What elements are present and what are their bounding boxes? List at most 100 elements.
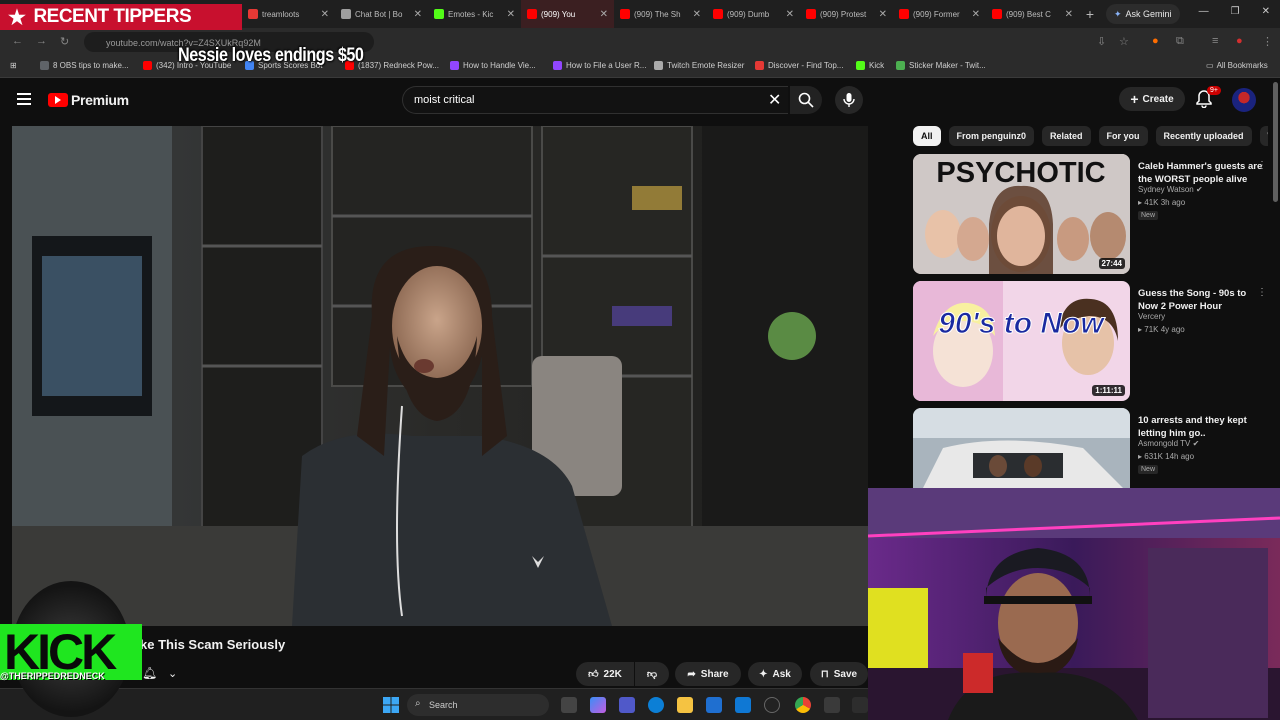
taskbar-search[interactable]: ⌕ Search bbox=[407, 694, 549, 716]
channel-name[interactable]: Sydney Watson ✔ bbox=[1138, 185, 1203, 194]
edge-icon[interactable] bbox=[648, 697, 664, 713]
like-button[interactable]: 👍︎ 22K bbox=[576, 662, 634, 686]
bookmark-item[interactable]: Sticker Maker - Twit... bbox=[896, 61, 986, 70]
back-icon[interactable]: ← bbox=[12, 35, 23, 47]
bookmark-label: (1837) Redneck Pow... bbox=[358, 61, 439, 70]
video-title[interactable]: Guess the Song - 90s to Now 2 Power Hour bbox=[1138, 287, 1263, 313]
close-tab-icon[interactable]: ✕ bbox=[321, 9, 329, 20]
extensions-puzzle-icon[interactable]: ⧉ bbox=[1176, 35, 1184, 48]
video-player[interactable] bbox=[12, 126, 868, 626]
video-title[interactable]: 10 arrests and they kept letting him go.… bbox=[1138, 414, 1263, 440]
file-explorer-icon[interactable] bbox=[677, 697, 693, 713]
close-tab-icon[interactable]: ✕ bbox=[693, 9, 701, 20]
browser-tab[interactable]: (909) The Sh ✕ bbox=[614, 0, 707, 28]
teams-icon[interactable] bbox=[619, 697, 635, 713]
close-tab-icon[interactable]: ✕ bbox=[786, 9, 794, 20]
bookmark-item[interactable]: Twitch Emote Resizer bbox=[654, 61, 744, 70]
ask-button[interactable]: ✦ Ask bbox=[748, 662, 802, 686]
clear-search-icon[interactable]: ✕ bbox=[768, 90, 781, 110]
apps-icon[interactable]: ⊞ bbox=[10, 61, 17, 70]
task-view-icon[interactable] bbox=[561, 697, 577, 713]
bookmark-item[interactable]: 8 OBS tips to make... bbox=[40, 61, 129, 70]
account-avatar[interactable] bbox=[1232, 88, 1256, 112]
chrome-icon[interactable] bbox=[795, 697, 811, 713]
video-title[interactable]: Caleb Hammer's guests are the WORST peop… bbox=[1138, 160, 1263, 186]
close-tab-icon[interactable]: ✕ bbox=[414, 9, 422, 20]
gemini-icon: ✦ bbox=[1114, 8, 1122, 19]
search-button[interactable] bbox=[790, 86, 822, 114]
create-button[interactable]: + Create bbox=[1119, 87, 1185, 111]
thumbnail[interactable]: 90's to Now 1:11:11 bbox=[913, 281, 1130, 401]
recommendation-card[interactable]: 90's to Now 1:11:11 Guess the Song - 90s… bbox=[913, 281, 1268, 401]
more-options-icon[interactable]: ⋮ bbox=[1257, 160, 1267, 171]
close-window-icon[interactable]: ✕ bbox=[1262, 6, 1270, 17]
extension-icon[interactable]: ● bbox=[1152, 35, 1159, 47]
bookmark-item[interactable]: How to File a User R... bbox=[553, 61, 646, 70]
browser-tab[interactable]: (909) Best C ✕ bbox=[986, 0, 1079, 28]
ask-gemini-button[interactable]: ✦ Ask Gemini bbox=[1106, 4, 1180, 24]
thumbs-down-icon: 👎︎ bbox=[646, 669, 658, 680]
close-tab-icon[interactable]: ✕ bbox=[507, 9, 515, 20]
search-input[interactable]: moist critical bbox=[402, 86, 788, 114]
recommendation-card[interactable]: PSYCHOTIC 27:44 Caleb Hammer's guests ar… bbox=[913, 154, 1268, 274]
browser-tab[interactable]: Emotes - Kic ✕ bbox=[428, 0, 521, 28]
subscription-bell-icon[interactable]: 🔔︎ bbox=[142, 666, 157, 680]
install-icon[interactable]: ⇩ bbox=[1097, 35, 1106, 48]
save-button[interactable]: ⊓ Save bbox=[810, 662, 868, 686]
browser-tab[interactable]: (909) You ✕ bbox=[521, 0, 614, 28]
thumbnail[interactable] bbox=[913, 408, 1130, 488]
youtube-header: Premium moist critical ✕ + Create 9+ bbox=[0, 80, 1270, 120]
filter-chip[interactable]: All bbox=[913, 126, 941, 146]
all-bookmarks[interactable]: ▭ All Bookmarks bbox=[1206, 61, 1268, 70]
close-tab-icon[interactable]: ✕ bbox=[600, 9, 608, 20]
bookmark-item[interactable]: How to Handle Vie... bbox=[450, 61, 536, 70]
more-options-icon[interactable]: ⋮ bbox=[1257, 287, 1267, 298]
bookmark-item[interactable]: Discover - Find Top... bbox=[755, 61, 843, 70]
browser-tab[interactable]: Chat Bot | Bo ✕ bbox=[335, 0, 428, 28]
bookmark-star-icon[interactable]: ☆ bbox=[1119, 35, 1129, 48]
browser-tab[interactable]: (909) Protest ✕ bbox=[800, 0, 893, 28]
copilot-icon[interactable] bbox=[590, 697, 606, 713]
app-icon[interactable] bbox=[852, 697, 868, 713]
bookmark-favicon-icon bbox=[143, 61, 152, 70]
video-frame bbox=[12, 126, 868, 626]
channel-name[interactable]: Vercery bbox=[1138, 312, 1165, 321]
voice-search-button[interactable] bbox=[835, 86, 863, 114]
filter-chip[interactable]: From penguinz0 bbox=[948, 126, 1035, 146]
obs-icon[interactable] bbox=[764, 697, 780, 713]
share-button[interactable]: ➦ Share bbox=[675, 662, 741, 686]
filter-chip[interactable]: Related bbox=[1042, 126, 1091, 146]
bookmark-item[interactable]: Kick bbox=[856, 61, 884, 70]
close-tab-icon[interactable]: ✕ bbox=[879, 9, 887, 20]
new-badge: New bbox=[1138, 465, 1159, 474]
chevron-down-icon[interactable]: ⌄ bbox=[168, 667, 177, 680]
minimize-icon[interactable]: — bbox=[1199, 6, 1209, 17]
store-icon[interactable] bbox=[706, 697, 722, 713]
youtube-logo[interactable]: Premium bbox=[48, 92, 129, 108]
forward-icon[interactable]: → bbox=[36, 35, 47, 47]
filter-chip[interactable]: For you bbox=[1098, 126, 1148, 146]
dislike-button[interactable]: 👎︎ bbox=[635, 662, 669, 686]
browser-tab[interactable]: treamloots ✕ bbox=[242, 0, 335, 28]
channel-name[interactable]: Asmongold TV ✔ bbox=[1138, 439, 1199, 448]
scrollbar-thumb[interactable] bbox=[1273, 82, 1278, 202]
thumbnail[interactable]: PSYCHOTIC 27:44 bbox=[913, 154, 1130, 274]
menu-icon[interactable]: ⋮ bbox=[1262, 35, 1273, 48]
new-tab-button[interactable]: + bbox=[1079, 6, 1101, 22]
maximize-icon[interactable]: ❐ bbox=[1231, 6, 1240, 17]
filter-chip[interactable]: Recently uploaded bbox=[1155, 126, 1252, 146]
recommendation-card[interactable]: 10 arrests and they kept letting him go.… bbox=[913, 408, 1268, 488]
reload-icon[interactable]: ↻ bbox=[60, 35, 69, 48]
browser-tab[interactable]: (909) Dumb ✕ bbox=[707, 0, 800, 28]
tab-list: treamloots ✕ Chat Bot | Bo ✕ Emotes - Kic ✕ (9… bbox=[242, 0, 1079, 28]
filter-chip[interactable]: Wa bbox=[1259, 126, 1268, 146]
browser-tab[interactable]: (909) Former ✕ bbox=[893, 0, 986, 28]
close-tab-icon[interactable]: ✕ bbox=[1065, 9, 1073, 20]
media-icon[interactable]: ≡ bbox=[1212, 35, 1218, 47]
hamburger-menu-icon[interactable] bbox=[17, 93, 31, 105]
windows-start-icon[interactable] bbox=[383, 697, 399, 713]
app-icon[interactable] bbox=[824, 697, 840, 713]
close-tab-icon[interactable]: ✕ bbox=[972, 9, 980, 20]
outlook-icon[interactable] bbox=[735, 697, 751, 713]
profile-icon[interactable]: ● bbox=[1236, 35, 1243, 47]
